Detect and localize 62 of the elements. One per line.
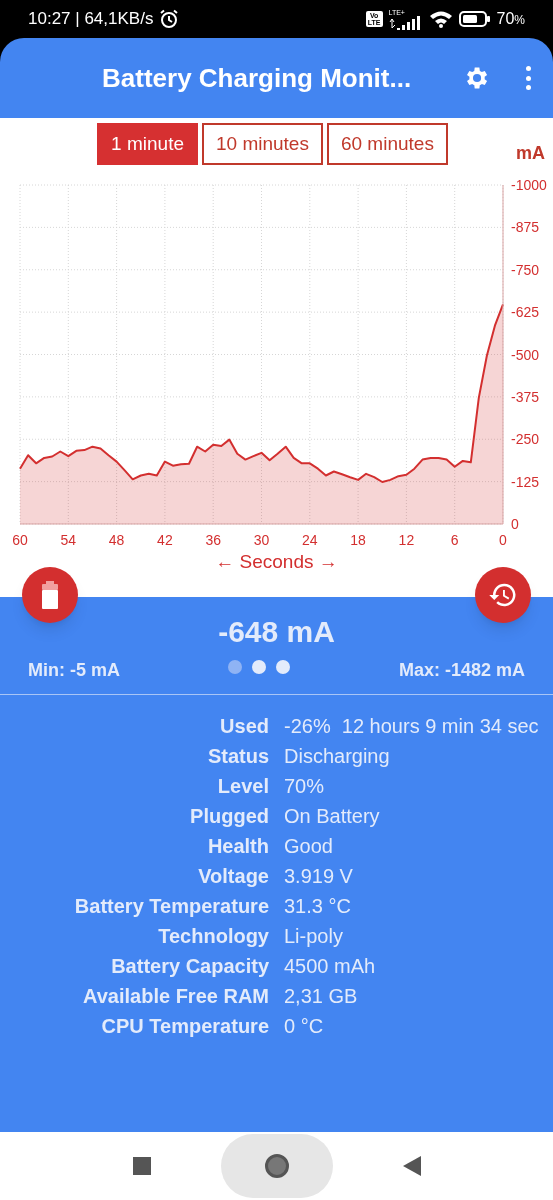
detail-label: Plugged [189,804,269,829]
battery-icon [40,581,60,609]
detail-label: Battery Capacity [110,954,269,979]
current-reading: -648 mA [218,617,335,647]
detail-value: Discharging [284,744,391,769]
battery-icon [458,10,491,28]
detail-value: 31.3 °C [284,894,352,919]
detail-value: 2,31 GB [284,984,359,1009]
y-tick-label: -875 [511,219,540,236]
detail-label: Battery Temperature [73,894,269,919]
wifi-icon [428,10,453,28]
y-axis-title: mA [516,142,545,165]
x-tick-label: 18 [350,532,366,548]
back-button[interactable] [402,1156,421,1176]
detail-value: 70% [284,774,326,799]
x-tick-label: 6 [450,532,459,548]
detail-label: Used [219,714,269,739]
app-title: Battery Charging Monit... [102,61,413,95]
y-tick-label: -375 [511,388,540,405]
detail-value: Li-poly [284,924,344,949]
y-tick-label: -125 [511,473,540,490]
detail-label: Level [216,774,269,799]
battery-percent: 70% [496,9,525,29]
status-time: 10:27 | 64,1KB/s [28,8,154,31]
x-axis-title: ← Seconds → [215,551,338,572]
y-tick-label: 0 [511,516,519,532]
max-reading: Max: -1482 mA [398,659,525,682]
x-tick-label: 42 [157,532,173,548]
alarm-icon [159,9,180,29]
y-tick-label: -500 [511,346,540,363]
x-tick-label: 0 [499,532,507,548]
detail-value: 4500 mAh [284,954,377,979]
history-fab[interactable] [475,567,531,623]
detail-value: -26% 12 hours 9 min 34 sec [284,714,540,739]
x-tick-label: 24 [302,532,318,548]
range-tab[interactable]: 1 minute [97,123,198,165]
x-tick-label: 48 [108,532,125,548]
detail-label: Available Free RAM [82,984,269,1009]
detail-label: Voltage [197,864,269,889]
y-tick-label: -1000 [511,177,547,193]
range-tab[interactable]: 60 minutes [326,123,448,165]
x-tick-label: 36 [205,532,221,548]
x-tick-label: 54 [60,532,77,548]
battery-fab[interactable] [22,567,78,623]
detail-value: Good [284,834,334,859]
detail-value: 3.919 V [284,864,354,889]
x-tick-label: 30 [253,532,270,548]
detail-label: Status [206,744,269,769]
recents-button[interactable] [132,1157,151,1175]
detail-value: On Battery [284,804,381,829]
y-tick-label: -750 [511,261,540,278]
range-tab[interactable]: 10 minutes [202,123,323,165]
min-reading: Min: -5 mA [28,659,120,682]
x-tick-label: 60 [12,532,28,548]
y-tick-label: -625 [511,304,540,321]
y-tick-label: -250 [511,431,540,448]
signal-icon [388,15,423,30]
detail-label: CPU Temperature [100,1014,269,1039]
x-tick-label: 12 [398,532,415,548]
detail-value: 0 °C [284,1014,325,1039]
detail-label: Health [206,834,269,859]
detail-label: Technology [157,924,269,949]
